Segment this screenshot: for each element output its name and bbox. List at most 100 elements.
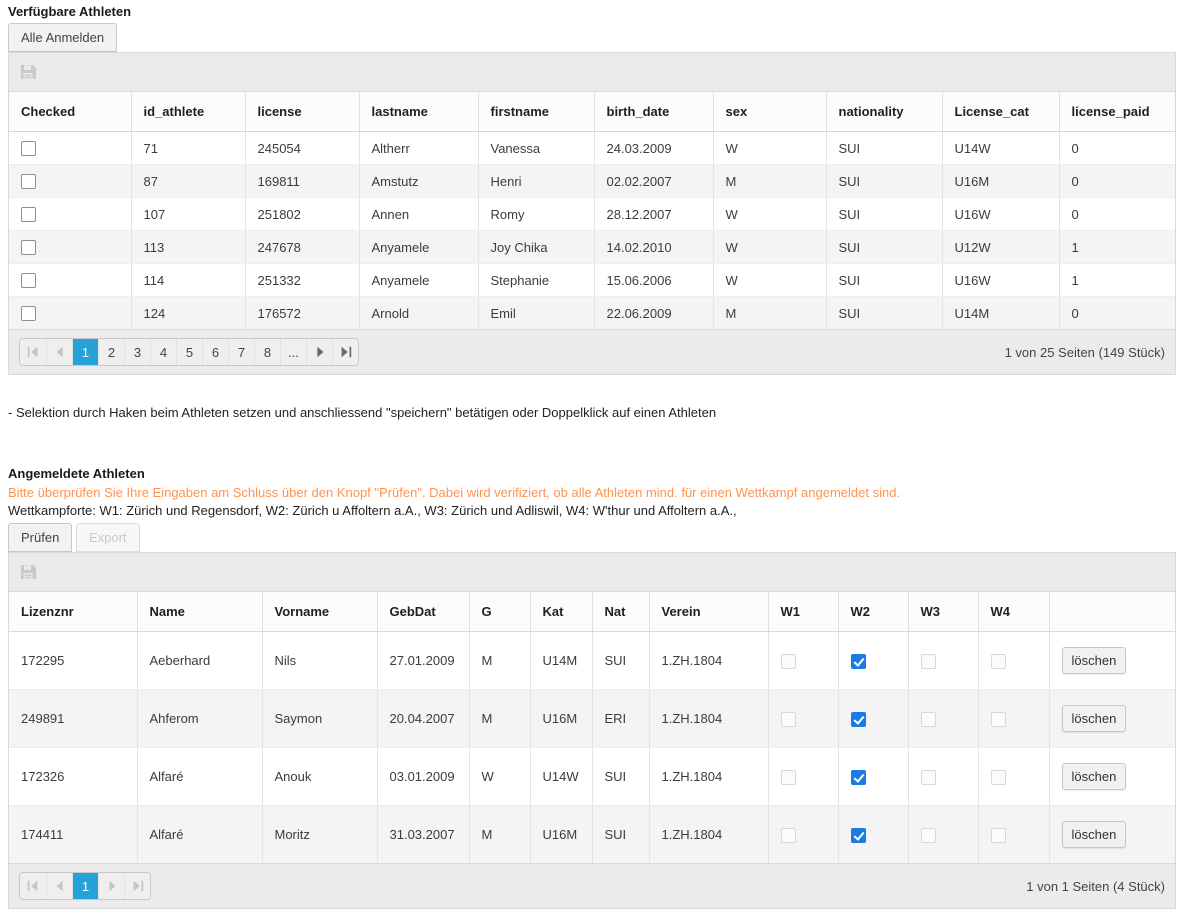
registered-athletes-table: Lizenznr Name Vorname GebDat G Kat Nat V… [9, 592, 1175, 863]
col-lastname[interactable]: lastname [359, 92, 478, 132]
cell-gebdat: 20.04.2007 [377, 690, 469, 748]
row-checkbox[interactable] [21, 306, 36, 321]
col-vorname[interactable]: Vorname [262, 592, 377, 632]
pager-page-5[interactable]: 5 [176, 339, 202, 365]
cell-vorname: Nils [262, 632, 377, 690]
table-row[interactable]: 114 251332 Anyamele Stephanie 15.06.2006… [9, 264, 1175, 297]
pager-page-3[interactable]: 3 [124, 339, 150, 365]
enroll-all-button[interactable]: Alle Anmelden [8, 23, 117, 52]
w2-checkbox[interactable] [851, 770, 866, 785]
table-row[interactable]: 87 169811 Amstutz Henri 02.02.2007 M SUI… [9, 165, 1175, 198]
cell-lastname: Amstutz [359, 165, 478, 198]
registered-pager-summary: 1 von 1 Seiten (4 Stück) [1026, 879, 1165, 894]
col-w4[interactable]: W4 [978, 592, 1049, 632]
col-nat[interactable]: Nat [592, 592, 649, 632]
col-license[interactable]: license [245, 92, 359, 132]
pager-page-8[interactable]: 8 [254, 339, 280, 365]
row-checkbox[interactable] [21, 273, 36, 288]
delete-button[interactable]: löschen [1062, 763, 1127, 790]
w2-checkbox[interactable] [851, 654, 866, 669]
pager-first-button [20, 873, 46, 899]
col-license-cat[interactable]: License_cat [942, 92, 1059, 132]
col-firstname[interactable]: firstname [478, 92, 594, 132]
table-row: 172326 Alfaré Anouk 03.01.2009 W U14W SU… [9, 748, 1175, 806]
row-checkbox[interactable] [21, 141, 36, 156]
cell-sex: W [713, 231, 826, 264]
pager-next-button[interactable] [306, 339, 332, 365]
col-lizenznr[interactable]: Lizenznr [9, 592, 137, 632]
cell-sex: M [713, 297, 826, 330]
table-row[interactable]: 113 247678 Anyamele Joy Chika 14.02.2010… [9, 231, 1175, 264]
cell-verein: 1.ZH.1804 [649, 632, 768, 690]
cell-firstname: Emil [478, 297, 594, 330]
col-verein[interactable]: Verein [649, 592, 768, 632]
cell-kat: U14M [530, 632, 592, 690]
pager-page-6[interactable]: 6 [202, 339, 228, 365]
w1-checkbox [781, 770, 796, 785]
cell-nat: SUI [592, 748, 649, 806]
registered-athletes-grid: Lizenznr Name Vorname GebDat G Kat Nat V… [8, 552, 1176, 909]
pager-page-7[interactable]: 7 [228, 339, 254, 365]
cell-id: 114 [131, 264, 245, 297]
pager-prev-button [46, 339, 72, 365]
w2-checkbox[interactable] [851, 828, 866, 843]
col-w2[interactable]: W2 [838, 592, 908, 632]
col-sex[interactable]: sex [713, 92, 826, 132]
pager-prev-button [46, 873, 72, 899]
delete-button[interactable]: löschen [1062, 705, 1127, 732]
save-icon[interactable] [20, 568, 36, 583]
pager-last-button [124, 873, 150, 899]
available-pager-bar: 1 2 3 4 5 6 7 8 ... 1 von 25 Seiten (149… [9, 329, 1175, 374]
row-checkbox[interactable] [21, 174, 36, 189]
col-id-athlete[interactable]: id_athlete [131, 92, 245, 132]
w2-checkbox[interactable] [851, 712, 866, 727]
cell-license-paid: 1 [1059, 231, 1175, 264]
cell-vorname: Saymon [262, 690, 377, 748]
col-license-paid[interactable]: license_paid [1059, 92, 1175, 132]
row-checkbox[interactable] [21, 240, 36, 255]
col-checked[interactable]: Checked [9, 92, 131, 132]
pager-page-4[interactable]: 4 [150, 339, 176, 365]
cell-license-cat: U12W [942, 231, 1059, 264]
cell-nationality: SUI [826, 231, 942, 264]
pager-ellipsis-button[interactable]: ... [280, 339, 306, 365]
table-row[interactable]: 107 251802 Annen Romy 28.12.2007 W SUI U… [9, 198, 1175, 231]
col-birth-date[interactable]: birth_date [594, 92, 713, 132]
delete-button[interactable]: löschen [1062, 647, 1127, 674]
col-g[interactable]: G [469, 592, 530, 632]
row-checkbox[interactable] [21, 207, 36, 222]
pager-page-1[interactable]: 1 [72, 339, 98, 365]
cell-g: M [469, 690, 530, 748]
col-name[interactable]: Name [137, 592, 262, 632]
w1-checkbox [781, 828, 796, 843]
table-row[interactable]: 124 176572 Arnold Emil 22.06.2009 M SUI … [9, 297, 1175, 330]
col-w3[interactable]: W3 [908, 592, 978, 632]
venues-text: Wettkampforte: W1: Zürich und Regensdorf… [8, 503, 1176, 518]
available-grid-toolbar [9, 53, 1175, 92]
pager-page-2[interactable]: 2 [98, 339, 124, 365]
table-header-row: Lizenznr Name Vorname GebDat G Kat Nat V… [9, 592, 1175, 632]
cell-nationality: SUI [826, 264, 942, 297]
w4-checkbox [991, 712, 1006, 727]
available-athletes-grid: Checked id_athlete license lastname firs… [8, 52, 1176, 375]
check-button[interactable]: Prüfen [8, 523, 72, 552]
col-actions [1049, 592, 1175, 632]
delete-button[interactable]: löschen [1062, 821, 1127, 848]
w3-checkbox [921, 770, 936, 785]
table-row[interactable]: 71 245054 Altherr Vanessa 24.03.2009 W S… [9, 132, 1175, 165]
col-nationality[interactable]: nationality [826, 92, 942, 132]
cell-id: 87 [131, 165, 245, 198]
col-w1[interactable]: W1 [768, 592, 838, 632]
cell-firstname: Henri [478, 165, 594, 198]
cell-name: Aeberhard [137, 632, 262, 690]
save-icon[interactable] [20, 68, 36, 83]
pager-last-button[interactable] [332, 339, 358, 365]
cell-lizenznr: 172326 [9, 748, 137, 806]
registered-athletes-section: Angemeldete Athleten Bitte überprüfen Si… [8, 466, 1176, 909]
cell-nationality: SUI [826, 198, 942, 231]
col-kat[interactable]: Kat [530, 592, 592, 632]
col-gebdat[interactable]: GebDat [377, 592, 469, 632]
pager-page-1[interactable]: 1 [72, 873, 98, 899]
cell-sex: W [713, 132, 826, 165]
cell-nationality: SUI [826, 165, 942, 198]
